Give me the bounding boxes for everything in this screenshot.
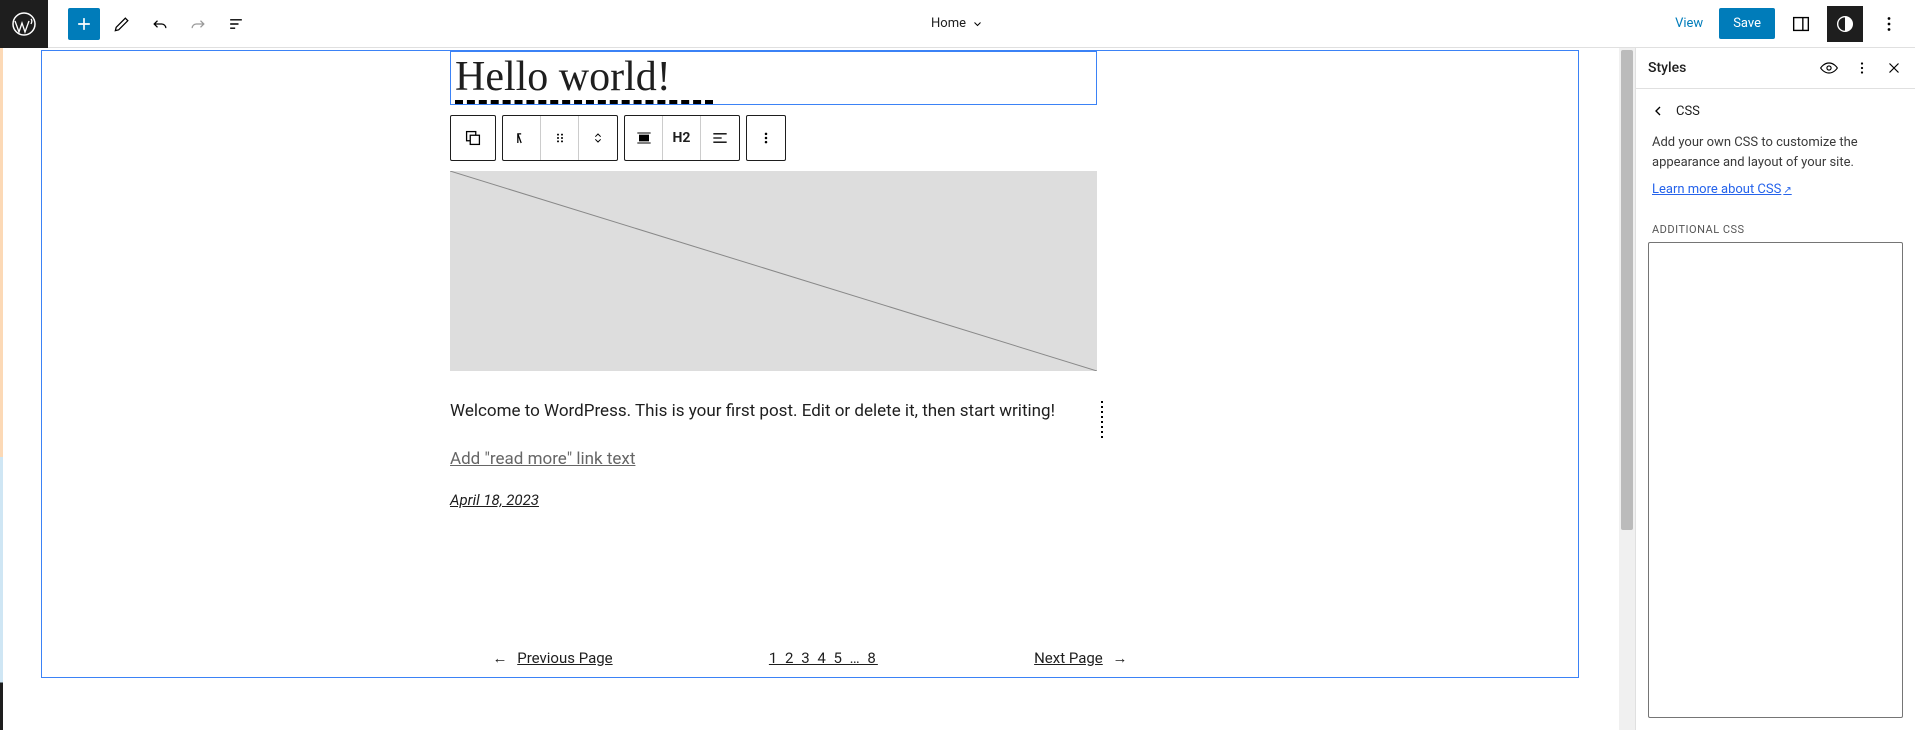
sidebar-toggle-icon[interactable] bbox=[1783, 6, 1819, 42]
post-excerpt-block[interactable]: Welcome to WordPress. This is your first… bbox=[450, 399, 1097, 425]
external-link-icon: ↗ bbox=[1783, 185, 1791, 196]
pagination: ← Previous Page 1 2 3 4 5 … 8 Next Page … bbox=[487, 649, 1134, 667]
sidebar-description: Add your own CSS to customize the appear… bbox=[1636, 127, 1915, 178]
heading-level-button[interactable]: H2 bbox=[663, 116, 701, 160]
post-date[interactable]: April 18, 2023 bbox=[450, 491, 1538, 509]
arrow-right-icon: → bbox=[1113, 649, 1128, 667]
chevron-left-icon bbox=[1650, 103, 1666, 119]
editor-canvas-area: Hello world! bbox=[3, 48, 1619, 730]
save-button[interactable]: Save bbox=[1719, 8, 1775, 39]
drag-handle-icon[interactable] bbox=[541, 116, 579, 160]
wordpress-logo[interactable] bbox=[0, 0, 48, 48]
heading-block[interactable]: Hello world! bbox=[450, 51, 1097, 105]
sidebar-more-icon[interactable] bbox=[1853, 59, 1871, 77]
block-type-icon[interactable] bbox=[451, 116, 495, 160]
move-arrows-icon[interactable] bbox=[579, 116, 617, 160]
view-link[interactable]: View bbox=[1667, 16, 1711, 31]
block-drag-indicator[interactable] bbox=[1101, 401, 1103, 438]
block-toolbar: H2 bbox=[450, 115, 1538, 161]
additional-css-label: ADDITIONAL CSS bbox=[1636, 211, 1915, 242]
align-icon[interactable] bbox=[625, 116, 663, 160]
redo-icon[interactable] bbox=[182, 8, 214, 40]
document-title-dropdown[interactable]: Home bbox=[931, 16, 984, 31]
left-tool-group bbox=[48, 8, 252, 40]
pagination-numbers[interactable]: 1 2 3 4 5 … 8 bbox=[769, 649, 878, 667]
right-tool-group: View Save bbox=[1667, 6, 1915, 42]
canvas-frame[interactable]: Hello world! bbox=[41, 50, 1579, 678]
learn-more-link[interactable]: Learn more about CSS↗ bbox=[1636, 178, 1915, 211]
sidebar-section-title: CSS bbox=[1676, 104, 1700, 119]
pagination-next[interactable]: Next Page → bbox=[1034, 649, 1133, 667]
read-more-link[interactable]: Add "read more" link text bbox=[450, 449, 1538, 469]
chevron-down-icon bbox=[972, 18, 984, 30]
block-more-icon[interactable] bbox=[747, 116, 785, 160]
featured-image-placeholder[interactable] bbox=[450, 171, 1097, 371]
top-toolbar: Home View Save bbox=[0, 0, 1915, 48]
heading-underline bbox=[455, 100, 713, 104]
heading-text[interactable]: Hello world! bbox=[455, 54, 1092, 100]
styles-toggle-icon[interactable] bbox=[1827, 6, 1863, 42]
scrollbar-thumb[interactable] bbox=[1621, 50, 1633, 530]
edit-tool-icon[interactable] bbox=[106, 8, 138, 40]
pagination-prev[interactable]: ← Previous Page bbox=[487, 649, 613, 667]
sidebar-breadcrumb[interactable]: CSS bbox=[1636, 89, 1915, 127]
additional-css-textarea[interactable] bbox=[1648, 242, 1903, 718]
styles-sidebar: Styles CSS Add your own CSS to cu bbox=[1635, 48, 1915, 730]
page-title: Home bbox=[931, 16, 966, 31]
text-align-icon[interactable] bbox=[701, 116, 739, 160]
list-view-icon[interactable] bbox=[220, 8, 252, 40]
add-block-button[interactable] bbox=[68, 8, 100, 40]
editor-scrollbar[interactable] bbox=[1619, 48, 1635, 730]
more-options-icon[interactable] bbox=[1871, 6, 1907, 42]
eye-icon[interactable] bbox=[1819, 58, 1839, 78]
sidebar-title: Styles bbox=[1648, 60, 1811, 76]
sidebar-header: Styles bbox=[1636, 48, 1915, 89]
excerpt-text: Welcome to WordPress. This is your first… bbox=[450, 399, 1097, 425]
close-icon[interactable] bbox=[1885, 59, 1903, 77]
undo-icon[interactable] bbox=[144, 8, 176, 40]
transform-icon[interactable] bbox=[503, 116, 541, 160]
arrow-left-icon: ← bbox=[493, 649, 508, 667]
